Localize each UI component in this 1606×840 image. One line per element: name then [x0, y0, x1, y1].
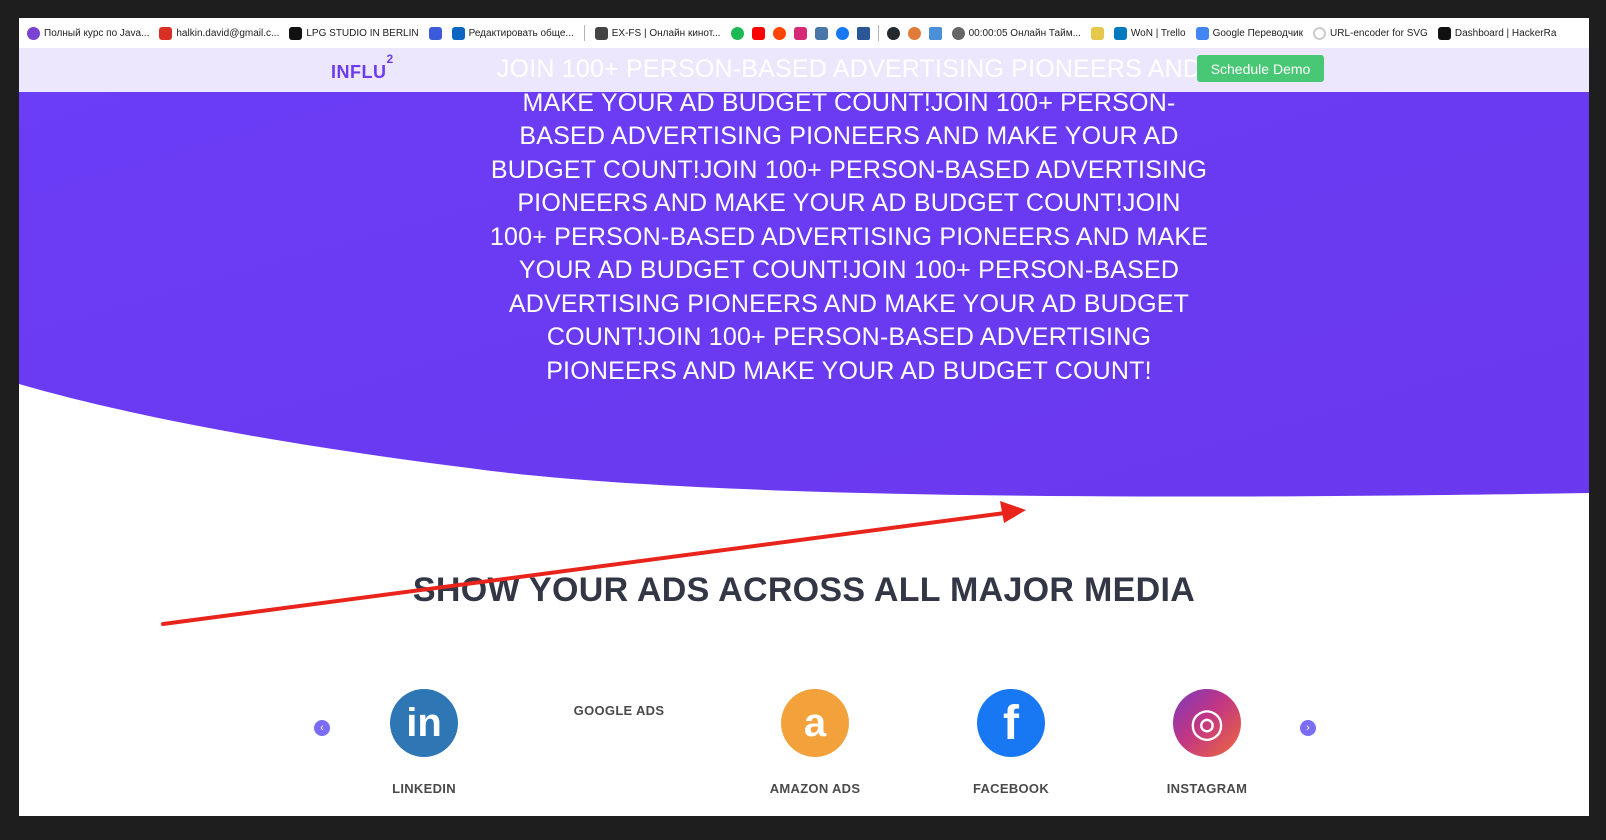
ring-icon	[1313, 26, 1327, 40]
lpg-icon	[289, 26, 303, 40]
media-item-amazon[interactable]: a AMAZON ADS	[755, 689, 875, 796]
bookmark-trello[interactable]: WoN | Trello	[1113, 26, 1186, 40]
hackerrank-icon	[1437, 26, 1451, 40]
bookmark-linkedin-edit[interactable]: Редактировать обще...	[451, 26, 574, 40]
gmail-icon	[159, 26, 173, 40]
instagram-icon[interactable]	[793, 26, 807, 40]
bookmark-separator	[877, 25, 879, 41]
spotify-icon[interactable]	[730, 26, 744, 40]
linkedin-icon	[451, 26, 465, 40]
github-icon[interactable]	[886, 26, 900, 40]
facebook-icon: f	[977, 689, 1045, 757]
facebook-icon[interactable]	[835, 26, 849, 40]
bookmark-misc[interactable]	[1090, 26, 1104, 40]
bookmark-url-encoder[interactable]: URL-encoder for SVG	[1313, 26, 1428, 40]
media-label: LINKEDIN	[392, 781, 456, 796]
clock-icon	[951, 26, 965, 40]
bookmark-mail[interactable]	[428, 26, 442, 40]
page-viewport: JOIN 100+ PERSON-BASED ADVERTISING PIONE…	[19, 48, 1589, 816]
translate-icon	[1195, 26, 1209, 40]
vk-icon[interactable]	[814, 26, 828, 40]
media-item-linkedin[interactable]: in LINKEDIN	[364, 689, 484, 796]
bookmark-hackerrank[interactable]: Dashboard | HackerRa	[1437, 26, 1556, 40]
puzzle-icon[interactable]	[928, 26, 942, 40]
flask-icon	[1090, 26, 1104, 40]
bookmark-translate[interactable]: Google Переводчик	[1195, 26, 1303, 40]
media-label: FACEBOOK	[972, 781, 1050, 796]
bookmark-icon-group	[730, 25, 942, 41]
media-item-google-ads[interactable]: GOOGLE ADS	[559, 703, 679, 718]
schedule-demo-button[interactable]: Schedule Demo	[1197, 55, 1324, 82]
media-item-instagram[interactable]: ◎ INSTAGRAM	[1147, 689, 1267, 796]
carousel-next-button[interactable]: ›	[1300, 720, 1316, 736]
bookmark-gmail[interactable]: halkin.david@gmail.c...	[159, 26, 279, 40]
top-navbar: INFLU2 Schedule Demo	[19, 48, 1589, 92]
up-arrow-icon	[594, 26, 608, 40]
bookmark-exfs[interactable]: EX-FS | Онлайн кинот...	[594, 26, 721, 40]
cube-icon[interactable]	[856, 26, 870, 40]
media-item-facebook[interactable]: f FACEBOOK	[951, 689, 1071, 796]
mail-icon	[428, 26, 442, 40]
hand-icon[interactable]	[907, 26, 921, 40]
bookmark-separator	[583, 25, 585, 41]
bookmark-lpg-studio[interactable]: LPG STUDIO IN BERLIN	[289, 26, 419, 40]
instagram-icon: ◎	[1173, 689, 1241, 757]
trello-icon	[1113, 26, 1127, 40]
bookmarks-bar: Полный курс по Java... halkin.david@gmai…	[19, 18, 1589, 48]
course-icon	[27, 26, 40, 40]
youtube-icon[interactable]	[751, 26, 765, 40]
carousel-prev-button[interactable]: ‹	[314, 720, 330, 736]
media-label: INSTAGRAM	[1166, 781, 1248, 796]
amazon-icon: a	[781, 689, 849, 757]
reddit-icon[interactable]	[772, 26, 786, 40]
bookmark-timer[interactable]: 00:00:05 Онлайн Тайм...	[951, 26, 1081, 40]
linkedin-icon: in	[390, 689, 458, 757]
brand-logo[interactable]: INFLU2	[331, 52, 394, 83]
media-carousel: ‹ in LINKEDIN GOOGLE ADS a AMAZON ADS f …	[19, 678, 1589, 816]
bookmark-java-course[interactable]: Полный курс по Java...	[27, 26, 149, 40]
hero-headline: JOIN 100+ PERSON-BASED ADVERTISING PIONE…	[489, 55, 1209, 385]
media-section-title: SHOW YOUR ADS ACROSS ALL MAJOR MEDIA	[412, 571, 1196, 609]
media-label: AMAZON ADS	[769, 781, 861, 796]
